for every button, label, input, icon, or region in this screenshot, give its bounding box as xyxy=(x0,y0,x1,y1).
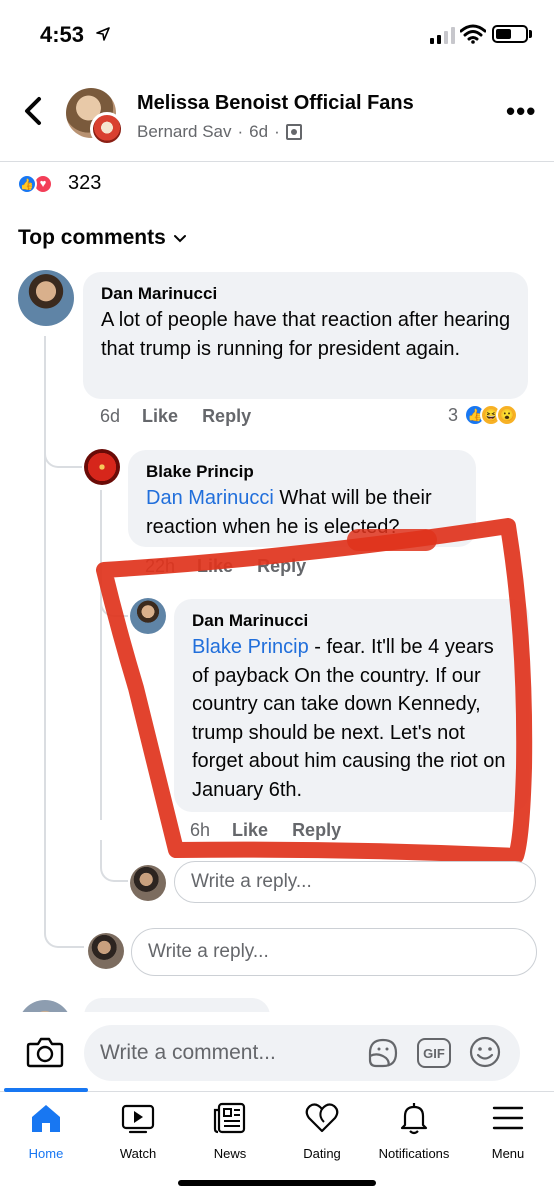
post-age[interactable]: 6d xyxy=(249,122,268,142)
comment-actions: 22h Like Reply xyxy=(145,556,330,577)
like-button[interactable]: Like xyxy=(142,406,178,427)
comment-reactions[interactable]: 3 👍 😆 😮 xyxy=(448,404,519,426)
commenter-avatar[interactable] xyxy=(84,449,120,485)
comment-author[interactable]: Dan Marinucci xyxy=(101,282,512,306)
nav-label: Menu xyxy=(491,1146,525,1161)
post-meta: Bernard Sav · 6d · xyxy=(137,122,302,142)
dating-icon xyxy=(305,1103,339,1133)
nav-item-watch[interactable]: Watch xyxy=(92,1100,184,1161)
author-avatar[interactable] xyxy=(90,112,124,146)
battery-icon xyxy=(492,25,528,43)
watch-icon xyxy=(121,1104,155,1134)
comment-text: A lot of people have that reaction after… xyxy=(101,309,511,360)
like-reaction-icon[interactable]: 👍 xyxy=(17,174,37,194)
thread-connector xyxy=(100,575,128,617)
reply-input[interactable]: Write a reply... xyxy=(174,861,536,903)
more-options-icon[interactable]: ••• xyxy=(506,98,536,124)
meta-separator: · xyxy=(274,122,280,141)
mention-link[interactable]: Blake Princip xyxy=(192,636,309,658)
commenter-avatar[interactable] xyxy=(18,270,74,326)
emoji-icon[interactable] xyxy=(469,1036,501,1068)
cellular-signal-icon xyxy=(430,26,455,44)
status-time: 4:53 xyxy=(40,22,85,47)
comment-age[interactable]: 6d xyxy=(100,406,120,427)
thread-connector xyxy=(44,420,82,468)
meta-separator: · xyxy=(237,122,244,141)
mention-link[interactable]: Dan Marinucci xyxy=(146,487,274,509)
chevron-down-icon xyxy=(173,235,186,243)
reply-input[interactable]: Write a reply... xyxy=(131,928,537,976)
current-user-avatar xyxy=(130,865,166,901)
reply-button[interactable]: Reply xyxy=(257,556,306,577)
nav-label: Notifications xyxy=(378,1146,450,1161)
nav-item-dating[interactable]: Dating xyxy=(276,1100,368,1161)
nav-label: News xyxy=(213,1146,247,1161)
comment-author[interactable]: Blake Princip xyxy=(146,460,460,484)
nav-label: Home xyxy=(28,1146,64,1161)
nav-item-home[interactable]: Home xyxy=(0,1100,92,1161)
thread-connector xyxy=(100,840,128,882)
sticker-icon[interactable] xyxy=(366,1036,400,1070)
nav-label: Watch xyxy=(119,1146,157,1161)
comment-age[interactable]: 22h xyxy=(145,556,175,577)
comment-input[interactable]: Write a comment... xyxy=(84,1025,520,1081)
nav-item-notifications[interactable]: Notifications xyxy=(368,1100,460,1161)
post-author[interactable]: Bernard Sav xyxy=(137,122,232,142)
current-user-avatar xyxy=(88,933,124,969)
back-arrow-icon[interactable] xyxy=(22,96,44,126)
wow-reaction-icon: 😮 xyxy=(496,404,519,426)
comment-actions: 6h Like Reply xyxy=(190,820,365,841)
nav-item-menu[interactable]: Menu xyxy=(462,1100,554,1161)
thread-connector xyxy=(44,900,84,948)
comment-sort-label: Top comments xyxy=(18,226,166,249)
group-name[interactable]: Melissa Benoist Official Fans xyxy=(137,92,414,115)
news-icon xyxy=(213,1102,246,1134)
comment-text: Blake Princip - fear. It'll be 4 years o… xyxy=(192,633,513,804)
comment-bubble[interactable]: Dan Marinucci Blake Princip - fear. It'l… xyxy=(174,599,529,812)
home-icon xyxy=(32,1105,60,1132)
wifi-icon xyxy=(460,24,486,44)
menu-icon xyxy=(492,1106,524,1130)
comment-bubble[interactable]: Dan Marinucci A lot of people have that … xyxy=(83,272,528,399)
reaction-count[interactable]: 323 xyxy=(68,172,101,195)
comment-bubble[interactable]: Blake Princip Dan Marinucci What will be… xyxy=(128,450,476,547)
commenter-avatar[interactable] xyxy=(130,598,166,634)
location-arrow-icon xyxy=(96,27,110,41)
reply-button[interactable]: Reply xyxy=(202,406,251,427)
comment-actions: 6d Like Reply xyxy=(100,406,275,427)
home-indicator xyxy=(178,1180,376,1186)
comment-text: Dan Marinucci What will be their reactio… xyxy=(146,484,460,541)
reply-button[interactable]: Reply xyxy=(292,820,341,841)
battery-tip xyxy=(529,30,532,38)
comment-author[interactable]: Dan Marinucci xyxy=(192,609,513,633)
comment-sort-dropdown[interactable]: Top comments xyxy=(18,226,186,250)
gif-button[interactable]: GIF xyxy=(417,1038,451,1068)
like-button[interactable]: Like xyxy=(232,820,268,841)
group-privacy-icon xyxy=(285,124,302,140)
nav-label: Dating xyxy=(303,1146,341,1161)
thread-line xyxy=(100,490,102,820)
camera-icon[interactable] xyxy=(26,1036,64,1068)
header-divider xyxy=(0,161,554,162)
bell-icon xyxy=(400,1103,428,1135)
comment-age[interactable]: 6h xyxy=(190,820,210,841)
like-button[interactable]: Like xyxy=(197,556,233,577)
comment-reaction-count: 3 xyxy=(448,404,459,425)
nav-active-indicator xyxy=(4,1088,88,1092)
comment-body: - fear. It'll be 4 years of payback On t… xyxy=(192,636,506,801)
nav-item-news[interactable]: News xyxy=(184,1100,276,1161)
